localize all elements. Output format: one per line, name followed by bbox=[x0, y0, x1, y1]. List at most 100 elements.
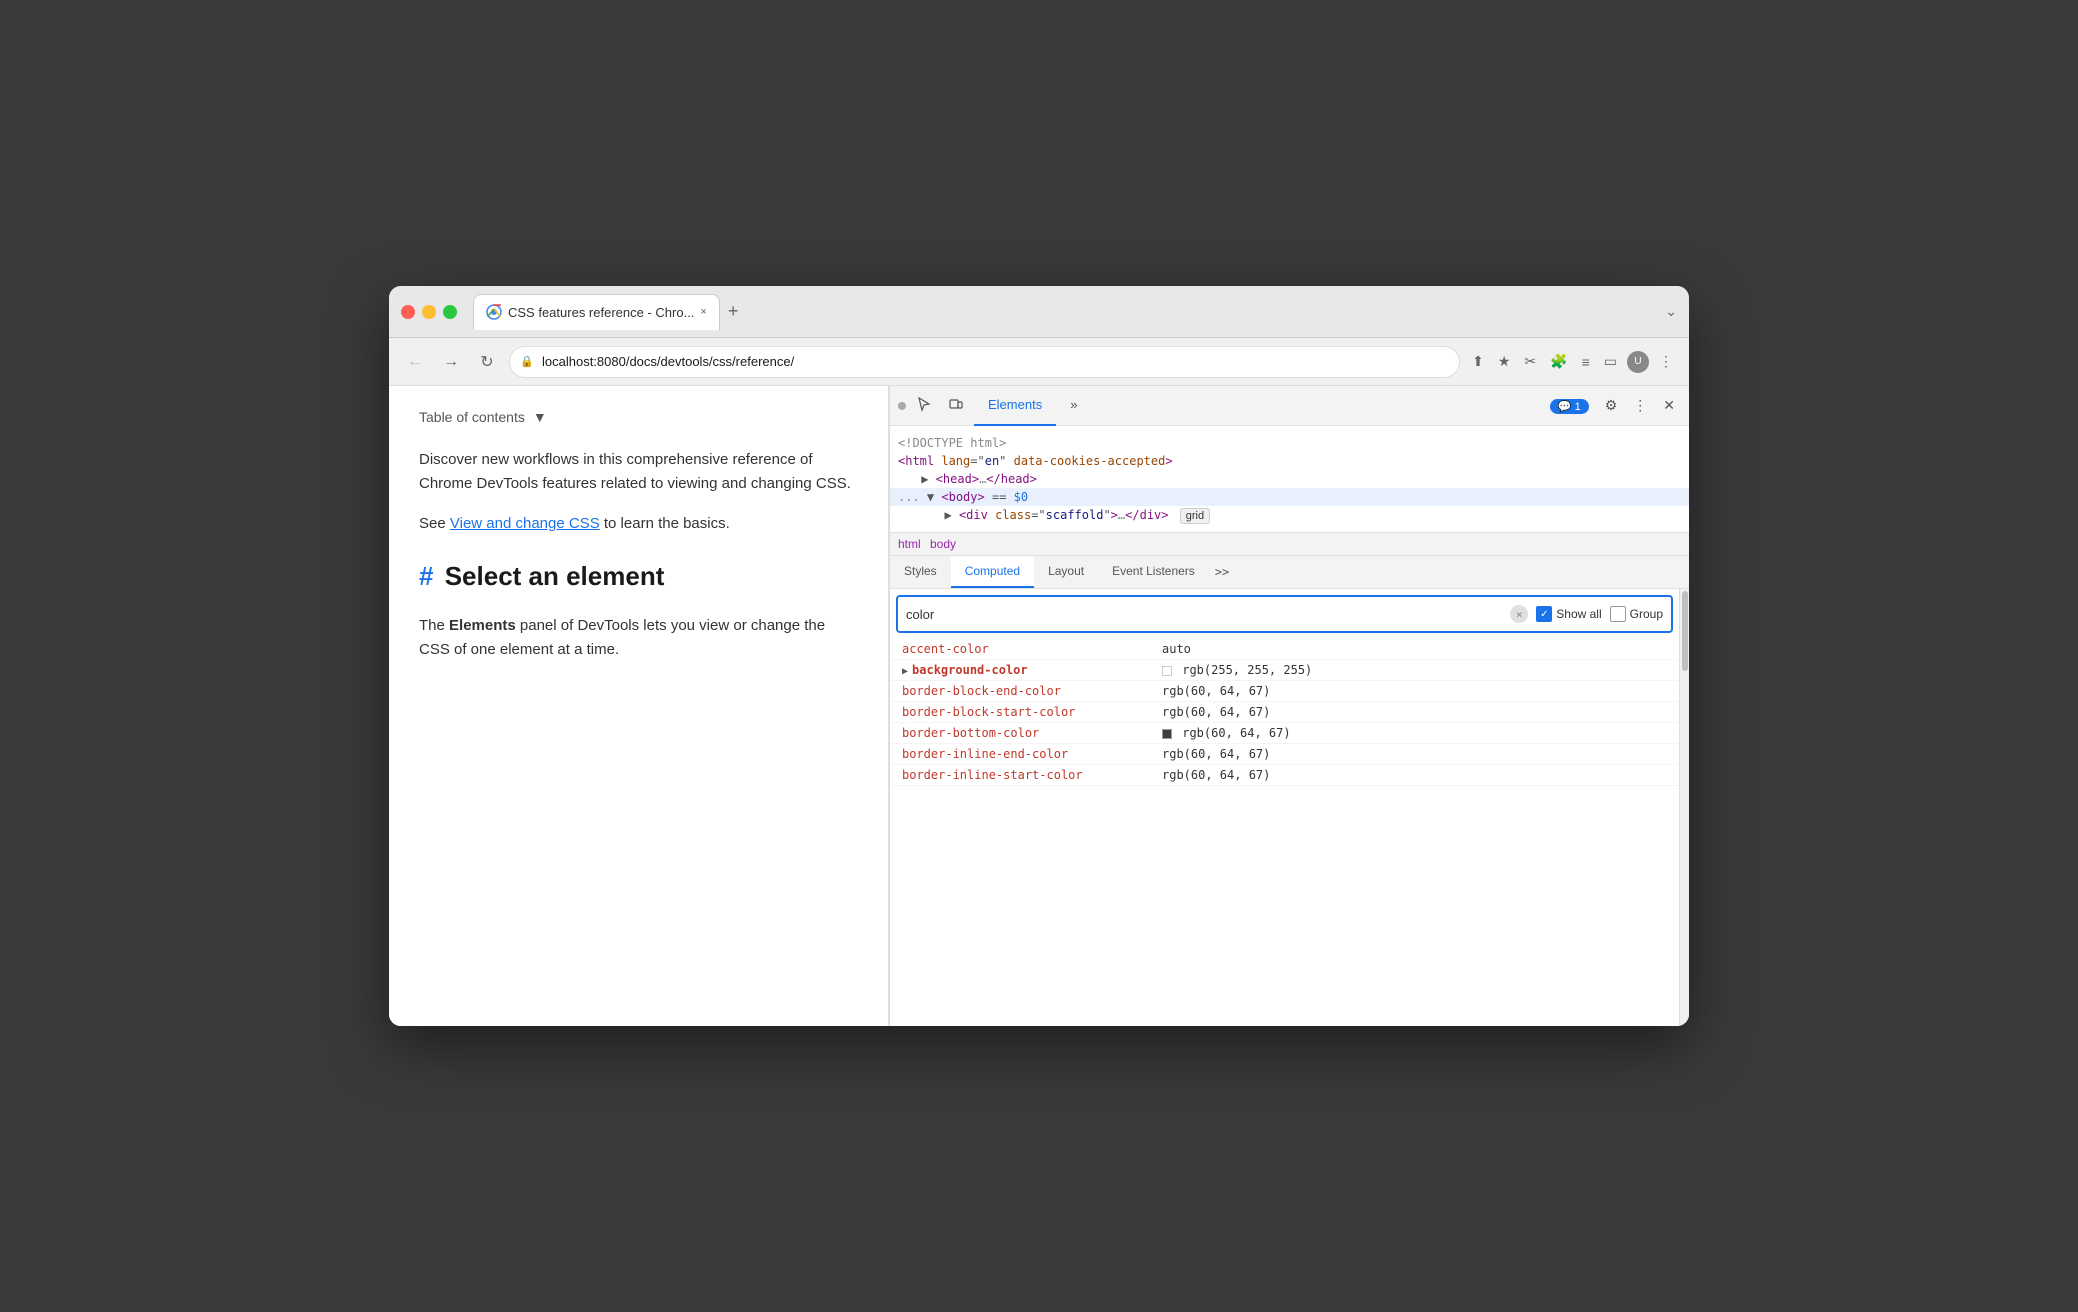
prop-name-border-inline-start-color: border-inline-start-color bbox=[902, 768, 1162, 782]
elements-tab[interactable]: Elements bbox=[974, 386, 1056, 426]
see-label: See bbox=[419, 515, 446, 532]
prop-value-border-block-end-color: rgb(60, 64, 67) bbox=[1162, 684, 1667, 698]
view-change-css-link[interactable]: View and change CSS bbox=[450, 515, 600, 532]
cursor-icon bbox=[916, 396, 932, 412]
border-bottom-color-swatch[interactable] bbox=[1162, 729, 1172, 739]
address-bar-icons: ⬆ ★ ✂ 🧩 ≡ ▭ U ⋮ bbox=[1468, 349, 1677, 374]
group-checkbox-group: Group bbox=[1610, 606, 1663, 622]
window-controls: ⌄ bbox=[1665, 303, 1677, 320]
address-bar: ← → ↻ 🔒 localhost:8080/docs/devtools/css… bbox=[389, 338, 1689, 386]
prop-row-border-block-end-color[interactable]: border-block-end-color rgb(60, 64, 67) bbox=[890, 681, 1679, 702]
prop-row-border-bottom-color[interactable]: border-bottom-color rgb(60, 64, 67) bbox=[890, 723, 1679, 744]
computed-search-bar: × ✓ Show all Group bbox=[896, 595, 1673, 633]
close-button[interactable] bbox=[401, 305, 415, 319]
cursor-icon-btn[interactable] bbox=[910, 392, 938, 419]
devtools-scrollbar[interactable] bbox=[1679, 589, 1689, 1026]
more-devtools-btn[interactable]: ⋮ bbox=[1627, 393, 1653, 418]
breadcrumb-body[interactable]: body bbox=[930, 537, 956, 551]
puzzle-icon[interactable]: 🧩 bbox=[1546, 349, 1571, 374]
chrome-icon bbox=[486, 304, 502, 320]
see-suffix: to learn the basics. bbox=[604, 515, 730, 532]
grid-badge: grid bbox=[1180, 508, 1210, 524]
tree-html[interactable]: <html lang="en" data-cookies-accepted> bbox=[890, 452, 1689, 470]
toc-arrow[interactable]: ▼ bbox=[533, 406, 547, 428]
the-label: The bbox=[419, 617, 445, 634]
hash-symbol: # bbox=[419, 561, 433, 591]
main-content: Table of contents ▼ Discover new workflo… bbox=[389, 386, 1689, 1026]
prop-name-border-bottom-color: border-bottom-color bbox=[902, 726, 1162, 740]
active-tab[interactable]: CSS features reference - Chro... × bbox=[473, 294, 720, 330]
group-label: Group bbox=[1630, 607, 1663, 621]
breadcrumb-bar: html body bbox=[890, 533, 1689, 556]
device-toolbar-btn[interactable] bbox=[942, 392, 970, 419]
prop-row-border-block-start-color[interactable]: border-block-start-color rgb(60, 64, 67) bbox=[890, 702, 1679, 723]
prop-value-border-block-start-color: rgb(60, 64, 67) bbox=[1162, 705, 1667, 719]
panel-dot bbox=[898, 402, 906, 410]
minimize-button[interactable] bbox=[422, 305, 436, 319]
badge-count: 1 bbox=[1575, 401, 1581, 413]
computed-panel-outer: × ✓ Show all Group bbox=[890, 589, 1689, 1026]
intro-paragraph: Discover new workflows in this comprehen… bbox=[419, 448, 858, 496]
background-color-swatch[interactable] bbox=[1162, 666, 1172, 676]
more-panel-tabs[interactable]: >> bbox=[1209, 557, 1235, 587]
back-button[interactable]: ← bbox=[401, 348, 429, 376]
elements-bold: Elements bbox=[449, 617, 516, 634]
chat-badge-btn[interactable]: 💬 1 bbox=[1544, 393, 1595, 418]
group-checkbox[interactable] bbox=[1610, 606, 1626, 622]
address-input[interactable]: 🔒 localhost:8080/docs/devtools/css/refer… bbox=[509, 346, 1460, 378]
new-tab-button[interactable]: + bbox=[720, 297, 747, 326]
scissors-icon[interactable]: ✂ bbox=[1520, 349, 1540, 374]
maximize-button[interactable] bbox=[443, 305, 457, 319]
reload-button[interactable]: ↻ bbox=[473, 348, 501, 376]
title-bar: CSS features reference - Chro... × + ⌄ bbox=[389, 286, 1689, 338]
prop-row-accent-color[interactable]: accent-color auto bbox=[890, 639, 1679, 660]
prop-name-border-block-end-color: border-block-end-color bbox=[902, 684, 1162, 698]
filter-input[interactable] bbox=[906, 607, 1502, 622]
css-properties-list: accent-color auto ▶background-color rgb(… bbox=[890, 639, 1679, 786]
heading-text: Select an element bbox=[445, 561, 665, 591]
elements-paragraph: The Elements panel of DevTools lets you … bbox=[419, 614, 858, 662]
tree-div-scaffold[interactable]: ▶ <div class="scaffold">…</div> grid bbox=[890, 506, 1689, 524]
address-text: localhost:8080/docs/devtools/css/referen… bbox=[542, 354, 794, 369]
scrollbar-thumb[interactable] bbox=[1682, 591, 1688, 671]
layout-tab[interactable]: Layout bbox=[1034, 556, 1098, 588]
prop-name-background-color: ▶background-color bbox=[902, 663, 1162, 677]
share-icon[interactable]: ⬆ bbox=[1468, 349, 1488, 374]
prop-row-border-inline-start-color[interactable]: border-inline-start-color rgb(60, 64, 67… bbox=[890, 765, 1679, 786]
close-devtools-btn[interactable]: ✕ bbox=[1657, 393, 1681, 418]
settings-icon-btn[interactable]: ⚙ bbox=[1599, 393, 1624, 418]
tree-body[interactable]: ... ▼ <body> == $0 bbox=[890, 488, 1689, 506]
toc-bar: Table of contents ▼ bbox=[419, 406, 858, 428]
show-all-checkbox[interactable]: ✓ bbox=[1536, 606, 1552, 622]
clear-search-button[interactable]: × bbox=[1510, 605, 1528, 623]
lock-icon: 🔒 bbox=[520, 355, 534, 368]
profile-icon[interactable]: U bbox=[1627, 351, 1649, 373]
expand-background-color[interactable]: ▶ bbox=[902, 666, 908, 677]
more-tabs-btn[interactable]: » bbox=[1056, 386, 1091, 426]
prop-name-border-inline-end-color: border-inline-end-color bbox=[902, 747, 1162, 761]
extension-icon[interactable]: ≡ bbox=[1578, 350, 1594, 374]
more-options-icon[interactable]: ⋮ bbox=[1655, 349, 1677, 374]
html-tree: <!DOCTYPE html> <html lang="en" data-coo… bbox=[890, 426, 1689, 533]
page-content: Table of contents ▼ Discover new workflo… bbox=[389, 386, 889, 1026]
prop-value-border-bottom-color: rgb(60, 64, 67) bbox=[1162, 726, 1667, 740]
prop-value-accent-color: auto bbox=[1162, 642, 1667, 656]
show-all-checkbox-group: ✓ Show all bbox=[1536, 606, 1601, 622]
prop-value-border-inline-end-color: rgb(60, 64, 67) bbox=[1162, 747, 1667, 761]
bookmark-icon[interactable]: ★ bbox=[1494, 349, 1515, 374]
browser-window: CSS features reference - Chro... × + ⌄ ←… bbox=[389, 286, 1689, 1026]
styles-tab[interactable]: Styles bbox=[890, 556, 951, 588]
forward-button[interactable]: → bbox=[437, 348, 465, 376]
sidebar-icon[interactable]: ▭ bbox=[1600, 349, 1621, 374]
tree-head[interactable]: ▶ <head>…</head> bbox=[890, 470, 1689, 488]
devtools-toolbar: Elements » 💬 1 ⚙ ⋮ ✕ bbox=[890, 386, 1689, 426]
breadcrumb-html[interactable]: html bbox=[898, 537, 921, 551]
computed-tab[interactable]: Computed bbox=[951, 556, 1034, 588]
event-listeners-tab[interactable]: Event Listeners bbox=[1098, 556, 1209, 588]
prop-row-background-color[interactable]: ▶background-color rgb(255, 255, 255) bbox=[890, 660, 1679, 681]
prop-row-border-inline-end-color[interactable]: border-inline-end-color rgb(60, 64, 67) bbox=[890, 744, 1679, 765]
devtools-panel: Elements » 💬 1 ⚙ ⋮ ✕ bbox=[889, 386, 1689, 1026]
traffic-lights bbox=[401, 305, 457, 319]
tab-close-button[interactable]: × bbox=[700, 306, 706, 318]
tree-doctype[interactable]: <!DOCTYPE html> bbox=[890, 434, 1689, 452]
